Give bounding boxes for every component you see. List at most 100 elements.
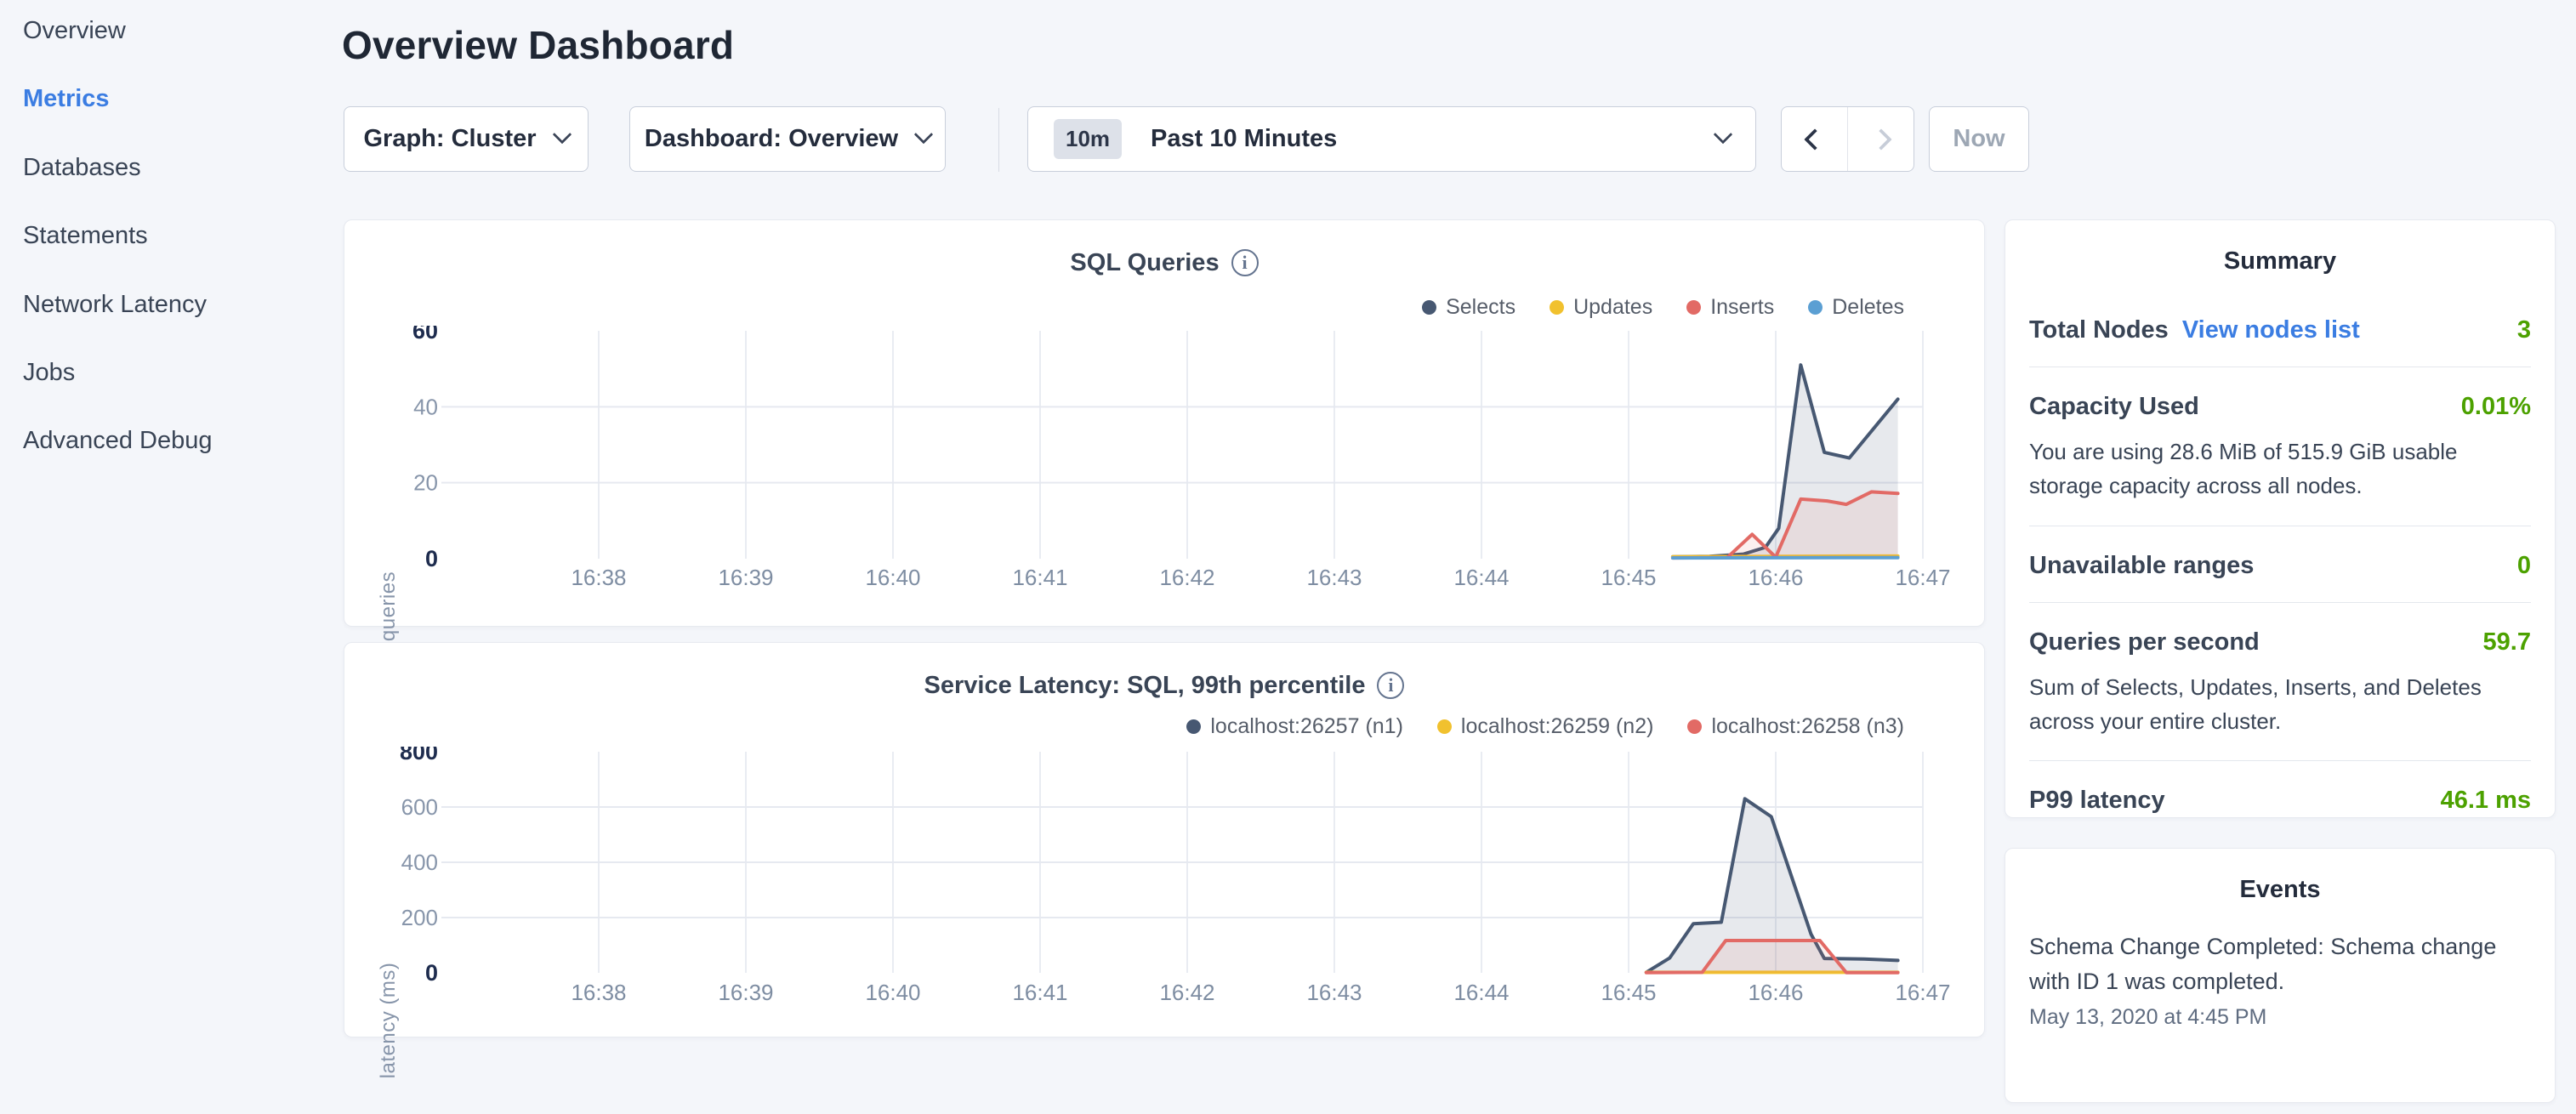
qps-label: Queries per second bbox=[2029, 628, 2260, 656]
svg-text:16:47: 16:47 bbox=[1895, 980, 1950, 1005]
chevron-left-icon bbox=[1804, 128, 1825, 150]
svg-text:16:43: 16:43 bbox=[1306, 980, 1362, 1005]
events-heading: Events bbox=[2005, 849, 2555, 904]
service-latency-chart-card: Service Latency: SQL, 99th percentile lo… bbox=[344, 642, 1985, 1037]
sidebar-item-advanced-debug[interactable]: Advanced Debug bbox=[23, 427, 213, 455]
chevron-down-icon bbox=[552, 124, 571, 144]
summary-body: Total Nodes View nodes list 3 Capacity U… bbox=[2005, 276, 2555, 837]
event-text: Schema Change Completed: Schema change w… bbox=[2029, 929, 2531, 998]
summary-row-total-nodes: Total Nodes View nodes list 3 bbox=[2029, 276, 2531, 367]
dashboard-dropdown[interactable]: Dashboard: Overview bbox=[629, 106, 946, 172]
sidebar-item-overview[interactable]: Overview bbox=[23, 17, 126, 45]
legend-label: localhost:26258 (n3) bbox=[1711, 714, 1904, 739]
event-timestamp: May 13, 2020 at 4:45 PM bbox=[2029, 1005, 2531, 1030]
series-dot-icon bbox=[1186, 719, 1201, 734]
series-dot-icon bbox=[1422, 300, 1436, 315]
series-dot-icon bbox=[1550, 300, 1564, 315]
service-latency-legend: localhost:26257 (n1) localhost:26259 (n2… bbox=[1186, 714, 1904, 739]
time-forward-button[interactable] bbox=[1847, 107, 1914, 171]
capacity-used-value: 0.01% bbox=[2461, 393, 2531, 421]
summary-panel: Summary Total Nodes View nodes list 3 Ca… bbox=[2005, 219, 2556, 818]
legend-item: localhost:26258 (n3) bbox=[1687, 714, 1904, 739]
p99-latency-label: P99 latency bbox=[2029, 787, 2165, 815]
legend-item: Inserts bbox=[1686, 295, 1774, 320]
sql-queries-chart-card: SQL Queries Selects Updates Inserts Dele… bbox=[344, 219, 1985, 627]
unavailable-ranges-label: Unavailable ranges bbox=[2029, 552, 2254, 580]
summary-row-qps: Queries per second 59.7 Sum of Selects, … bbox=[2029, 603, 2531, 761]
svg-text:400: 400 bbox=[401, 850, 438, 875]
legend-label: Deletes bbox=[1832, 295, 1904, 320]
svg-text:16:41: 16:41 bbox=[1012, 980, 1067, 1005]
events-panel: Events Schema Change Completed: Schema c… bbox=[2005, 848, 2556, 1103]
svg-text:16:43: 16:43 bbox=[1306, 565, 1362, 590]
svg-text:16:38: 16:38 bbox=[571, 565, 626, 590]
svg-text:16:41: 16:41 bbox=[1012, 565, 1067, 590]
info-icon[interactable] bbox=[1231, 249, 1259, 276]
page-title: Overview Dashboard bbox=[342, 22, 734, 68]
svg-text:40: 40 bbox=[413, 394, 438, 419]
events-body: Schema Change Completed: Schema change w… bbox=[2005, 929, 2555, 1030]
series-dot-icon bbox=[1437, 719, 1452, 734]
svg-text:16:46: 16:46 bbox=[1748, 565, 1803, 590]
qps-description: Sum of Selects, Updates, Inserts, and De… bbox=[2029, 670, 2531, 739]
service-latency-plot[interactable]: 16:3816:3916:4016:4116:4216:4316:4416:45… bbox=[344, 747, 1986, 1027]
event-item[interactable]: Schema Change Completed: Schema change w… bbox=[2029, 929, 2531, 1030]
sql-queries-legend: Selects Updates Inserts Deletes bbox=[1422, 295, 1904, 320]
summary-heading: Summary bbox=[2005, 220, 2555, 276]
dashboard-dropdown-label: Dashboard: Overview bbox=[645, 125, 898, 153]
legend-item: localhost:26257 (n1) bbox=[1186, 714, 1403, 739]
svg-text:16:42: 16:42 bbox=[1159, 980, 1214, 1005]
p99-latency-value: 46.1 ms bbox=[2441, 787, 2531, 815]
sql-queries-plot[interactable]: 16:3816:3916:4016:4116:4216:4316:4416:45… bbox=[344, 326, 1986, 606]
total-nodes-value: 3 bbox=[2517, 316, 2531, 344]
svg-text:16:39: 16:39 bbox=[718, 980, 773, 1005]
chart-title-row: Service Latency: SQL, 99th percentile bbox=[344, 672, 1984, 700]
time-range-badge: 10m bbox=[1054, 119, 1122, 159]
sidebar-item-jobs[interactable]: Jobs bbox=[23, 359, 75, 387]
svg-text:0: 0 bbox=[425, 546, 438, 571]
series-dot-icon bbox=[1687, 719, 1702, 734]
svg-text:16:44: 16:44 bbox=[1453, 980, 1509, 1005]
controls-bar: Graph: Cluster Dashboard: Overview 10m P… bbox=[0, 106, 2576, 173]
chevron-down-icon bbox=[1714, 124, 1733, 144]
legend-item: Deletes bbox=[1808, 295, 1904, 320]
svg-text:16:46: 16:46 bbox=[1748, 980, 1803, 1005]
chart-title-row: SQL Queries bbox=[344, 249, 1984, 277]
svg-text:60: 60 bbox=[412, 326, 438, 344]
sidebar-item-statements[interactable]: Statements bbox=[23, 222, 148, 250]
svg-text:600: 600 bbox=[401, 794, 438, 820]
chevron-down-icon bbox=[914, 124, 934, 144]
capacity-used-description: You are using 28.6 MiB of 515.9 GiB usab… bbox=[2029, 435, 2531, 503]
svg-text:0: 0 bbox=[425, 960, 438, 986]
info-icon[interactable] bbox=[1377, 672, 1404, 699]
series-dot-icon bbox=[1686, 300, 1701, 315]
svg-text:16:44: 16:44 bbox=[1453, 565, 1509, 590]
time-back-button[interactable] bbox=[1782, 107, 1847, 171]
series-dot-icon bbox=[1808, 300, 1823, 315]
svg-text:16:45: 16:45 bbox=[1601, 980, 1656, 1005]
capacity-used-label: Capacity Used bbox=[2029, 393, 2199, 421]
svg-text:20: 20 bbox=[413, 470, 438, 496]
time-range-selector[interactable]: 10m Past 10 Minutes bbox=[1027, 106, 1756, 172]
svg-text:16:42: 16:42 bbox=[1159, 565, 1214, 590]
chevron-right-icon bbox=[1870, 128, 1891, 150]
view-nodes-list-link[interactable]: View nodes list bbox=[2182, 316, 2360, 344]
graph-dropdown-label: Graph: Cluster bbox=[363, 125, 536, 153]
legend-label: Updates bbox=[1573, 295, 1652, 320]
unavailable-ranges-value: 0 bbox=[2517, 552, 2531, 580]
svg-text:16:39: 16:39 bbox=[718, 565, 773, 590]
legend-label: localhost:26257 (n1) bbox=[1210, 714, 1403, 739]
controls-divider bbox=[998, 108, 999, 172]
now-button[interactable]: Now bbox=[1929, 106, 2029, 172]
svg-text:200: 200 bbox=[401, 905, 438, 930]
summary-row-p99: P99 latency 46.1 ms bbox=[2029, 761, 2531, 837]
graph-dropdown[interactable]: Graph: Cluster bbox=[344, 106, 589, 172]
svg-text:16:47: 16:47 bbox=[1895, 565, 1950, 590]
legend-item: Updates bbox=[1550, 295, 1652, 320]
legend-item: Selects bbox=[1422, 295, 1515, 320]
svg-text:16:38: 16:38 bbox=[571, 980, 626, 1005]
time-step-buttons bbox=[1781, 106, 1914, 172]
sidebar-item-network-latency[interactable]: Network Latency bbox=[23, 291, 207, 319]
sql-queries-chart-title: SQL Queries bbox=[1070, 249, 1219, 276]
svg-text:800: 800 bbox=[400, 747, 438, 764]
